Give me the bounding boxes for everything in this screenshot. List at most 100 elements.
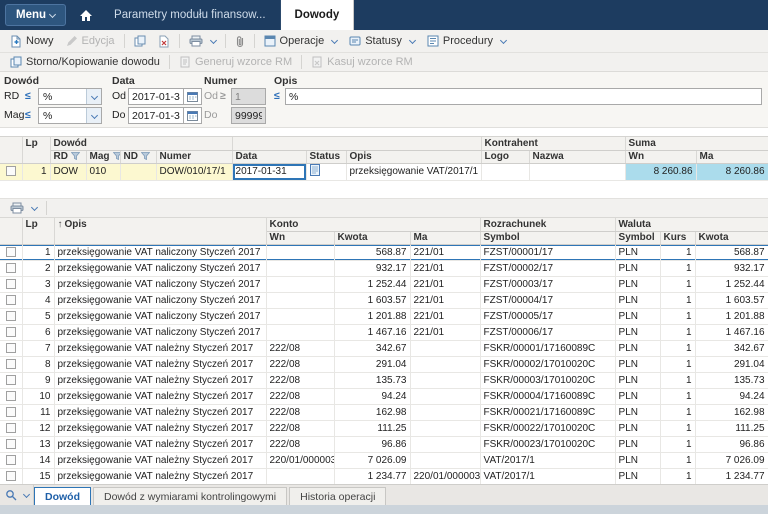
col-opis[interactable]: Opis <box>346 150 481 163</box>
col-waluta-kwota[interactable]: Kwota <box>695 231 768 244</box>
bottom-tab-historia-operacji[interactable]: Historia operacji <box>289 487 386 505</box>
data-od-input[interactable] <box>128 88 184 105</box>
col-status[interactable]: Status <box>306 150 346 163</box>
opis-operator[interactable]: ≤ <box>274 88 280 105</box>
row-checkbox[interactable] <box>6 263 16 273</box>
edycja-button[interactable]: Edycja <box>60 33 121 49</box>
dropdown-arrow-icon[interactable] <box>86 108 101 123</box>
col-nd[interactable]: ND <box>120 150 156 163</box>
nowy-button[interactable]: Nowy <box>4 33 60 50</box>
data-od-calendar-button[interactable] <box>184 88 202 105</box>
entry-row[interactable]: 15 przeksięgowanie VAT należny Styczeń 2… <box>0 468 768 484</box>
col-mag[interactable]: Mag <box>86 150 120 163</box>
procedury-button[interactable]: Procedury <box>421 33 512 49</box>
dropdown-arrow-icon[interactable] <box>86 89 101 104</box>
col-numer[interactable]: Numer <box>156 150 232 163</box>
entry-row[interactable]: 1 przeksięgowanie VAT naliczony Styczeń … <box>0 244 768 260</box>
copy-document-icon <box>134 35 146 47</box>
bottom-tab-dowod[interactable]: Dowód <box>34 487 91 505</box>
cell-konto-ma: 221/01 <box>410 244 480 260</box>
preview-button[interactable] <box>0 485 34 505</box>
col-ma[interactable]: Ma <box>696 150 768 163</box>
col-lp[interactable]: Lp <box>22 218 54 244</box>
col-konto-ma[interactable]: Ma <box>410 231 480 244</box>
entry-row[interactable]: 12 przeksięgowanie VAT należny Styczeń 2… <box>0 420 768 436</box>
row-checkbox[interactable] <box>6 423 16 433</box>
entry-row[interactable]: 8 przeksięgowanie VAT należny Styczeń 20… <box>0 356 768 372</box>
row-checkbox[interactable] <box>6 391 16 401</box>
col-konto-wn[interactable]: Wn <box>266 231 334 244</box>
kasuj-wzorce-button[interactable]: Kasuj wzorce RM <box>305 54 419 70</box>
row-checkbox[interactable] <box>6 166 16 176</box>
col-opis[interactable]: ↑Opis <box>54 218 266 244</box>
rd-operator[interactable]: ≤ <box>25 88 31 105</box>
home-button[interactable] <box>72 0 100 30</box>
mag-operator[interactable]: ≤ <box>25 107 31 124</box>
mag-select[interactable]: % <box>38 107 102 124</box>
filter-header-dowod: Dowód <box>4 75 39 87</box>
cell-konto-kwota: 291.04 <box>334 356 410 372</box>
col-rd[interactable]: RD <box>50 150 86 163</box>
entry-row[interactable]: 9 przeksięgowanie VAT należny Styczeń 20… <box>0 372 768 388</box>
storno-button[interactable]: Storno/Kopiowanie dowodu <box>4 54 166 70</box>
row-checkbox[interactable] <box>6 279 16 289</box>
col-waluta-symbol[interactable]: Symbol <box>615 231 660 244</box>
print-button[interactable] <box>183 33 222 49</box>
entry-row[interactable]: 10 przeksięgowanie VAT należny Styczeń 2… <box>0 388 768 404</box>
col-data[interactable]: Data <box>232 150 306 163</box>
row-checkbox[interactable] <box>6 359 16 369</box>
entry-row[interactable]: 4 przeksięgowanie VAT naliczony Styczeń … <box>0 292 768 308</box>
generuj-wzorce-button[interactable]: Generuj wzorce RM <box>173 54 298 70</box>
opis-filter-input[interactable] <box>285 88 762 105</box>
cell-opis: przeksięgowanie VAT naliczony Styczeń 20… <box>54 292 266 308</box>
row-checkbox[interactable] <box>6 471 16 481</box>
row-checkbox[interactable] <box>6 343 16 353</box>
data-do-input[interactable] <box>128 107 184 124</box>
document-row[interactable]: 1 DOW 010 DOW/010/17/1 2017-01-31 przeks… <box>0 163 768 180</box>
row-checkbox[interactable] <box>6 311 16 321</box>
bottom-tab-wymiary-kontrolingowe[interactable]: Dowód z wymiarami kontrolingowymi <box>93 487 287 505</box>
data-do-calendar-button[interactable] <box>184 107 202 124</box>
entry-row[interactable]: 6 przeksięgowanie VAT naliczony Styczeń … <box>0 324 768 340</box>
tab-parametry-modulu[interactable]: Parametry modułu finansow... <box>100 0 281 30</box>
tab-dowody[interactable]: Dowody <box>281 0 355 30</box>
row-checkbox[interactable] <box>6 455 16 465</box>
cell-opis: przeksięgowanie VAT naliczony Styczeń 20… <box>54 308 266 324</box>
cell-waluta-symbol: PLN <box>615 452 660 468</box>
entry-row[interactable]: 2 przeksięgowanie VAT naliczony Styczeń … <box>0 260 768 276</box>
attachments-button[interactable] <box>229 33 251 50</box>
rd-select[interactable]: % <box>38 88 102 105</box>
numer-do-input[interactable] <box>231 107 266 124</box>
row-checkbox[interactable] <box>6 375 16 385</box>
entry-row[interactable]: 11 przeksięgowanie VAT należny Styczeń 2… <box>0 404 768 420</box>
delete-document-button[interactable] <box>152 33 176 50</box>
toolbar-separator <box>254 34 255 48</box>
col-waluta-kurs[interactable]: Kurs <box>660 231 695 244</box>
row-checkbox[interactable] <box>6 327 16 337</box>
cell-waluta-symbol: PLN <box>615 276 660 292</box>
cell-opis: przeksięgowanie VAT należny Styczeń 2017 <box>54 404 266 420</box>
menu-button[interactable]: Menu <box>5 4 66 26</box>
copy-document-button[interactable] <box>128 33 152 49</box>
statusy-button[interactable]: Statusy <box>343 33 421 49</box>
col-wn[interactable]: Wn <box>625 150 696 163</box>
operacje-button[interactable]: Operacje <box>258 33 344 49</box>
entry-row[interactable]: 3 przeksięgowanie VAT naliczony Styczeń … <box>0 276 768 292</box>
row-checkbox[interactable] <box>6 407 16 417</box>
row-checkbox[interactable] <box>6 439 16 449</box>
col-lp[interactable]: Lp <box>22 137 50 163</box>
entries-print-button[interactable] <box>4 200 43 216</box>
col-rozrachunek-symbol[interactable]: Symbol <box>480 231 615 244</box>
document-status-icon[interactable] <box>310 164 320 176</box>
entry-row[interactable]: 5 przeksięgowanie VAT naliczony Styczeń … <box>0 308 768 324</box>
col-logo[interactable]: Logo <box>481 150 529 163</box>
col-nazwa[interactable]: Nazwa <box>529 150 625 163</box>
entry-row[interactable]: 13 przeksięgowanie VAT należny Styczeń 2… <box>0 436 768 452</box>
entry-row[interactable]: 14 przeksięgowanie VAT należny Styczeń 2… <box>0 452 768 468</box>
cell-lp: 12 <box>22 420 54 436</box>
row-checkbox[interactable] <box>6 295 16 305</box>
col-konto-kwota[interactable]: Kwota <box>334 231 410 244</box>
row-checkbox[interactable] <box>6 247 16 257</box>
entry-row[interactable]: 7 przeksięgowanie VAT należny Styczeń 20… <box>0 340 768 356</box>
cell-data[interactable]: 2017-01-31 <box>232 163 306 180</box>
